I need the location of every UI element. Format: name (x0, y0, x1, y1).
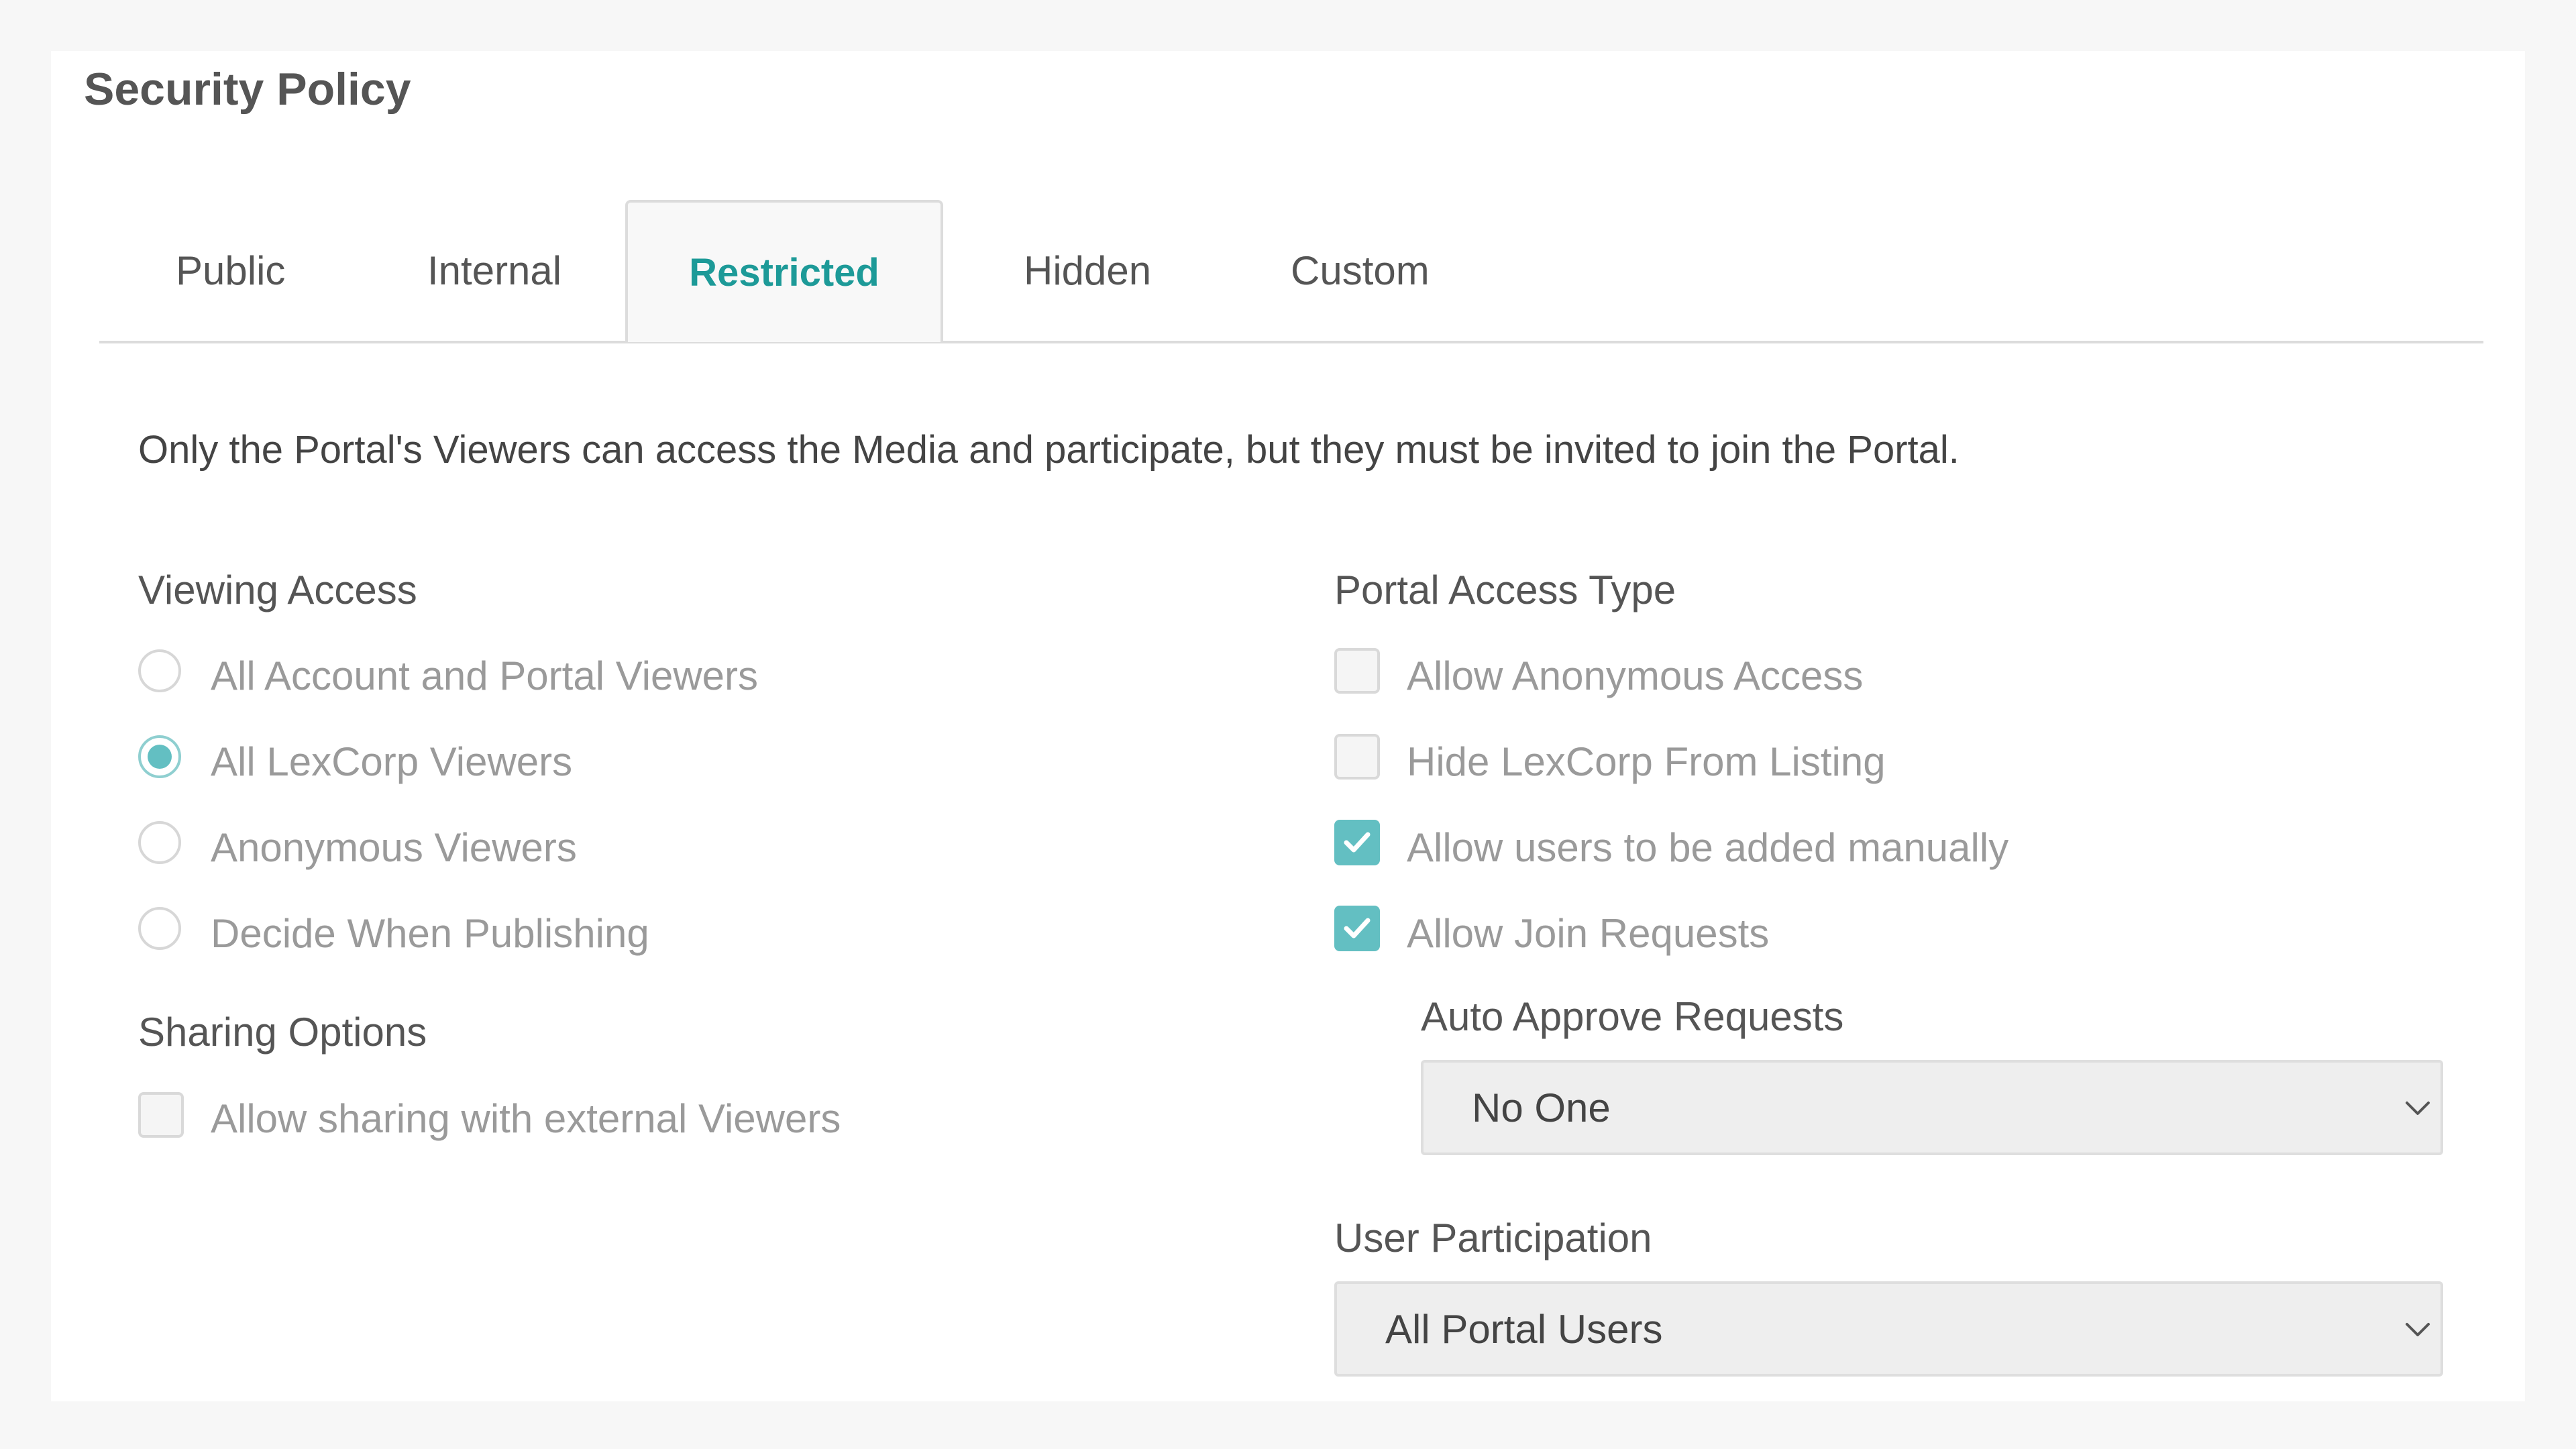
tab-custom[interactable]: Custom (1291, 251, 1430, 291)
auto-approve-heading: Auto Approve Requests (1421, 994, 1844, 1039)
user-participation-heading: User Participation (1334, 1216, 1652, 1260)
radio-label-all-account-portal-viewers: All Account and Portal Viewers (211, 653, 759, 698)
page-title: Security Policy (84, 64, 411, 115)
checkbox-label-hide-lexcorp-listing: Hide LexCorp From Listing (1407, 739, 1886, 784)
radio-label-anonymous-viewers: Anonymous Viewers (211, 825, 577, 870)
radio-all-account-portal-viewers[interactable] (138, 649, 181, 692)
checkbox-allow-external-sharing[interactable] (138, 1092, 184, 1138)
portal-access-type-heading: Portal Access Type (1334, 568, 1676, 612)
radio-label-decide-when-publishing: Decide When Publishing (211, 911, 649, 956)
checkbox-label-allow-anonymous-access: Allow Anonymous Access (1407, 653, 1864, 698)
radio-decide-when-publishing[interactable] (138, 907, 181, 950)
checkmark-icon (1344, 832, 1371, 853)
checkbox-label-allow-join-requests: Allow Join Requests (1407, 911, 1770, 956)
auto-approve-value: No One (1472, 1085, 1611, 1130)
sharing-options-heading: Sharing Options (138, 1010, 427, 1055)
user-participation-value: All Portal Users (1385, 1307, 1663, 1352)
checkbox-label-allow-external-sharing: Allow sharing with external Viewers (211, 1096, 841, 1141)
checkbox-allow-join-requests[interactable] (1334, 906, 1380, 951)
checkbox-label-allow-manual-add: Allow users to be added manually (1407, 825, 2009, 870)
checkbox-allow-manual-add[interactable] (1334, 820, 1380, 865)
user-participation-select[interactable]: All Portal Users (1334, 1281, 2443, 1377)
tab-public[interactable]: Public (176, 251, 285, 291)
policy-description: Only the Portal's Viewers can access the… (138, 428, 1960, 472)
radio-label-all-lexcorp-viewers: All LexCorp Viewers (211, 739, 573, 784)
radio-anonymous-viewers[interactable] (138, 821, 181, 864)
checkbox-allow-anonymous-access[interactable] (1334, 648, 1380, 694)
tab-internal[interactable]: Internal (427, 251, 561, 291)
auto-approve-select[interactable]: No One (1421, 1060, 2443, 1155)
tabs-divider (99, 341, 2483, 343)
radio-all-lexcorp-viewers[interactable] (138, 735, 181, 778)
window-frame: Security Policy Public Internal Restrict… (0, 0, 2576, 1449)
chevron-down-icon (2406, 1323, 2430, 1336)
chevron-down-icon (2406, 1102, 2430, 1115)
tab-hidden[interactable]: Hidden (1024, 251, 1151, 291)
tab-restricted-label: Restricted (689, 251, 879, 294)
checkbox-hide-lexcorp-listing[interactable] (1334, 734, 1380, 780)
security-policy-panel: Security Policy Public Internal Restrict… (51, 51, 2525, 1401)
checkmark-icon (1344, 918, 1371, 938)
viewing-access-heading: Viewing Access (138, 568, 417, 612)
tab-restricted[interactable]: Restricted (625, 200, 943, 342)
